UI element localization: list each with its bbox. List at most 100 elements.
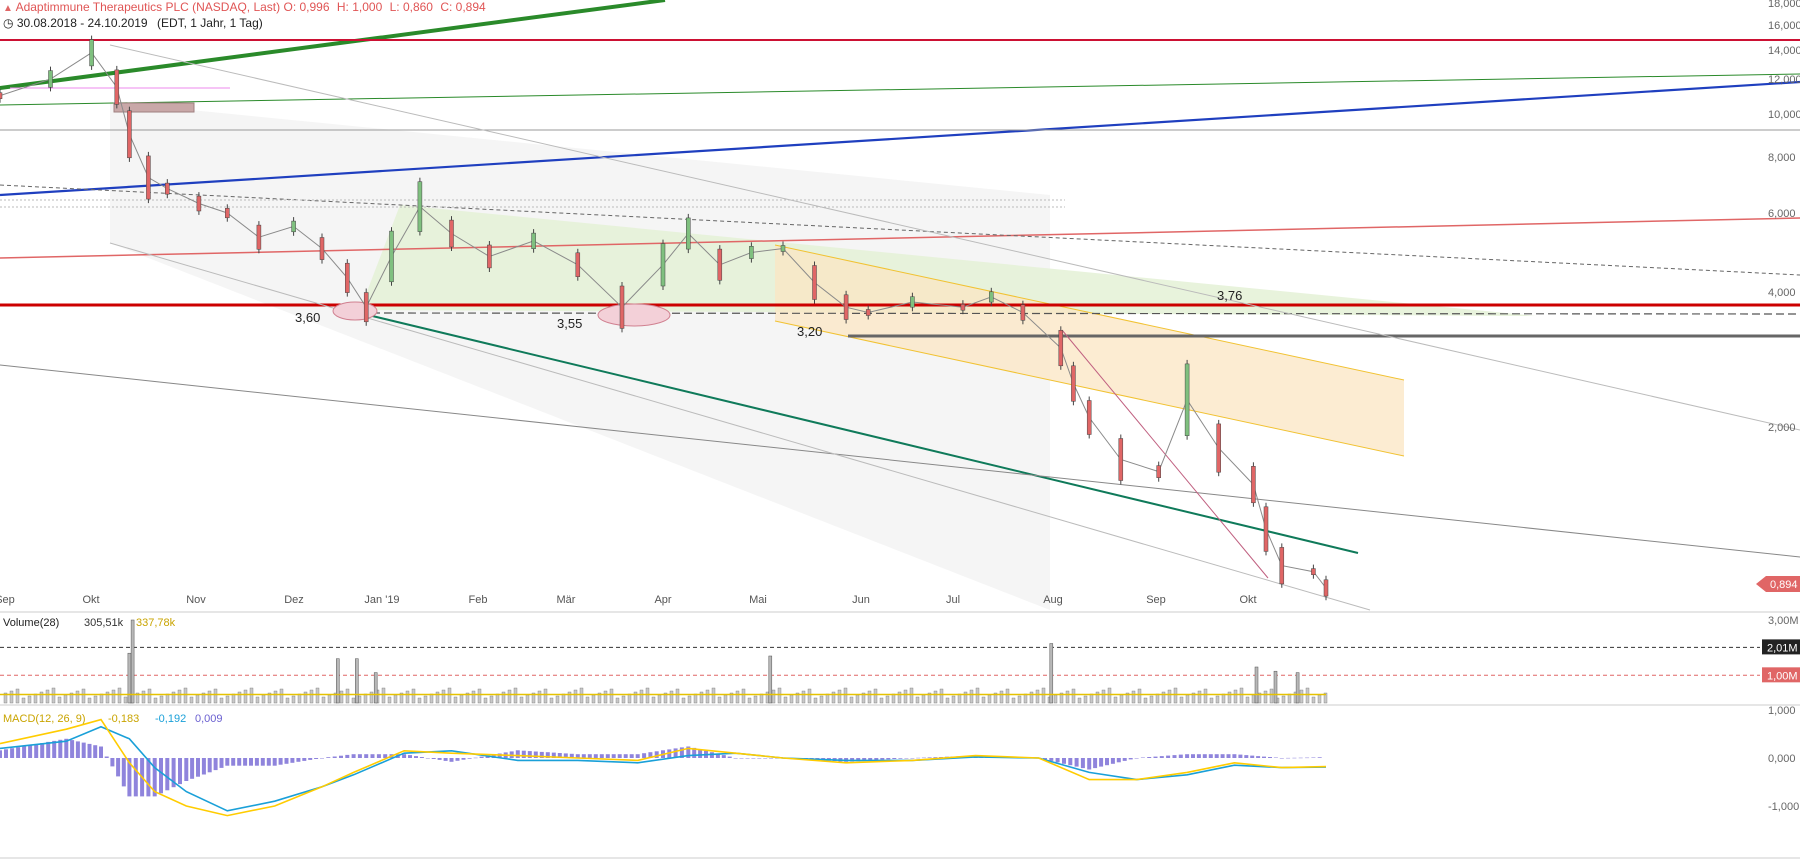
- macd-histogram-bar: [278, 758, 283, 765]
- macd-histogram-bar: [1250, 755, 1255, 758]
- macd-histogram-bar: [1305, 757, 1310, 759]
- volume-bar: [681, 697, 686, 704]
- volume-bar: [753, 695, 758, 704]
- volume-bar: [315, 687, 320, 704]
- price-chart[interactable]: 3,60 3,55 3,20 3,76 2,000 4,000 6,000 8,000 10,…: [0, 0, 1800, 861]
- time-tick-label: Sep: [1146, 594, 1166, 606]
- volume-bar: [963, 691, 968, 704]
- price-annotation: 3,60: [295, 310, 320, 325]
- volume-bar: [273, 690, 278, 704]
- candle: [487, 244, 492, 269]
- macd-histogram-bar: [1172, 755, 1177, 758]
- macd-histogram-bar: [521, 750, 526, 758]
- macd-histogram-bar: [75, 741, 80, 758]
- volume-bar: [639, 689, 644, 704]
- volume-bar: [141, 690, 146, 704]
- volume-bar: [867, 690, 872, 704]
- candle: [910, 296, 915, 308]
- macd-histogram-bar: [1311, 757, 1316, 758]
- macd-histogram-bar: [1208, 754, 1213, 758]
- macd-histogram-bar: [461, 758, 466, 760]
- macd-histogram-bar: [425, 758, 430, 759]
- macd-histogram-bar: [642, 753, 647, 758]
- time-tick-label: Mai: [749, 594, 767, 606]
- gap-box: [113, 102, 195, 113]
- candle: [812, 265, 817, 300]
- time-tick-label: Nov: [186, 594, 206, 606]
- candle: [48, 70, 53, 88]
- macd-histogram-bar: [1286, 757, 1291, 759]
- candle: [389, 230, 394, 283]
- volume-bar: [915, 696, 920, 704]
- volume-bar: [405, 690, 410, 704]
- macd-histogram-bar: [1317, 757, 1322, 758]
- volume-bar: [9, 690, 14, 704]
- volume-bar: [237, 691, 242, 704]
- price-tick-label: 14,000: [1768, 45, 1800, 57]
- time-tick-label: Dez: [284, 594, 304, 606]
- price-tick-label: 18,000: [1768, 0, 1800, 10]
- low-marker-1: [332, 301, 378, 321]
- volume-bar: [189, 696, 194, 704]
- candle: [1020, 304, 1026, 321]
- volume-bar: [417, 697, 422, 704]
- volume-bar: [111, 689, 116, 704]
- volume-bar: [717, 696, 722, 704]
- volume-bar: [501, 691, 506, 704]
- macd-histogram-bar: [916, 757, 921, 759]
- macd-histogram-bar: [1055, 758, 1060, 763]
- volume-bar: [1311, 696, 1316, 704]
- steep-green-trendline: [0, 0, 666, 90]
- volume-bar: [1269, 688, 1274, 704]
- candle: [1251, 466, 1256, 504]
- macd-histogram-bar: [515, 750, 520, 758]
- volume-bar: [1137, 688, 1142, 704]
- macd-histogram-bar: [1244, 755, 1249, 758]
- volume-bar: [393, 694, 398, 704]
- volume-bar: [15, 688, 20, 704]
- volume-bar: [471, 690, 476, 704]
- macd-histogram-bar: [22, 746, 27, 758]
- macd-histogram-bar: [419, 757, 424, 758]
- volume-bar: [255, 696, 260, 704]
- volume-bar: [1107, 687, 1112, 704]
- macd-histogram-bar: [1110, 758, 1115, 764]
- volume-bar: [555, 695, 560, 704]
- macd-histogram-bar: [364, 754, 369, 758]
- macd-histogram-bar: [0, 750, 2, 758]
- volume-bar: [819, 695, 824, 704]
- volume-bar: [171, 691, 176, 704]
- macd-histogram-bar: [1128, 758, 1133, 760]
- volume-bar: [387, 696, 392, 704]
- volume-bar: [45, 689, 50, 704]
- macd-histogram-bar: [1220, 754, 1225, 758]
- macd-histogram-bar: [345, 754, 350, 758]
- macd-histogram-bar: [769, 758, 774, 759]
- macd-histogram-bar: [1093, 758, 1098, 769]
- volume-bar: [369, 691, 374, 704]
- macd-histogram-bar: [1232, 754, 1237, 758]
- volume-bar: [177, 689, 182, 704]
- price-tick-label: 12,000: [1768, 74, 1800, 86]
- volume-bar: [279, 688, 284, 704]
- volume-bar: [1317, 694, 1322, 704]
- candle: [660, 243, 666, 287]
- macd-histogram-bar: [721, 755, 726, 758]
- price-tick-label: 4,000: [1768, 287, 1796, 299]
- volume-bar: [1005, 688, 1010, 704]
- volume-bar: [87, 697, 92, 704]
- macd-histogram-bar: [1262, 756, 1266, 758]
- volume-bar: [1227, 691, 1232, 704]
- volume-bar: [21, 697, 26, 704]
- candle: [1216, 423, 1221, 473]
- macd-histogram-bar: [302, 758, 307, 761]
- macd-histogram-bar: [110, 758, 115, 767]
- candle: [989, 291, 994, 303]
- volume-legend-value: 305,51k: [84, 617, 124, 629]
- volume-bar: [93, 695, 98, 704]
- volume-bar: [549, 697, 554, 704]
- macd-histogram-bar: [1140, 757, 1145, 758]
- volume-bar: [657, 694, 662, 704]
- volume-spike-bar: [130, 619, 135, 704]
- price-axis: 2,000 4,000 6,000 8,000 10,000 12,000 14,000 16…: [1756, 0, 1800, 592]
